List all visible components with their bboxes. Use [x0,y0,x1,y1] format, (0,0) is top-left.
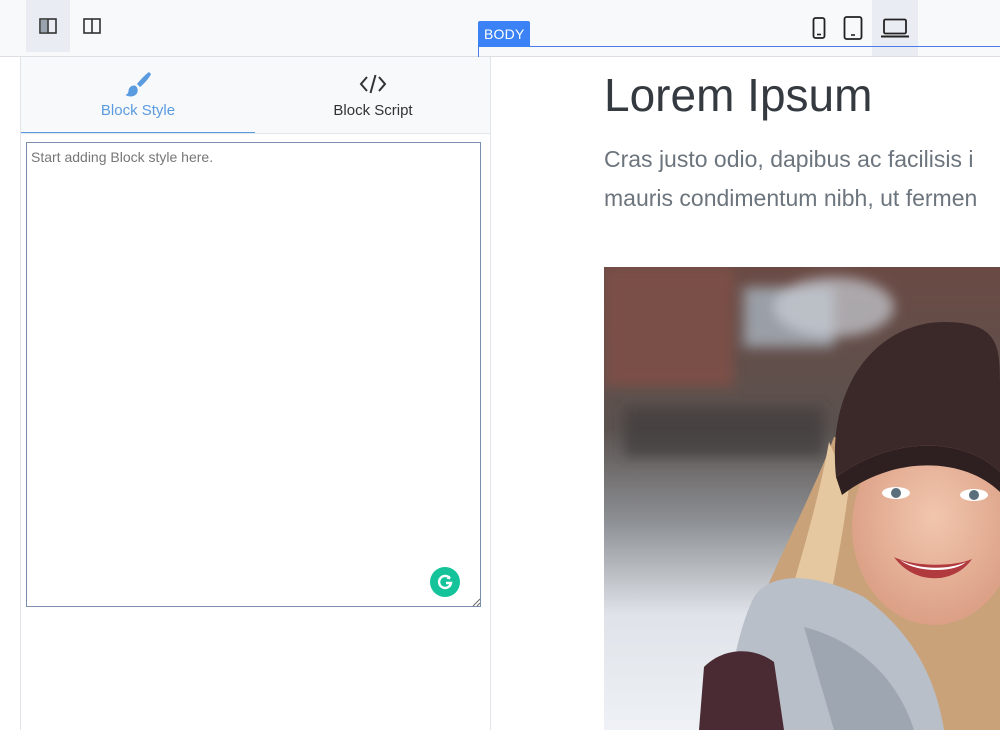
lead-line: mauris condimentum nibh, ut fermen [604,185,978,211]
page-title: Lorem Ipsum [604,69,873,121]
code-icon [359,74,387,94]
left-sidebar-layout-button[interactable] [26,0,70,52]
device-tablet-button[interactable] [830,0,876,56]
lead-line: Cras justo odio, dapibus ac facilisis i [604,146,974,172]
tab-block-script-label: Block Script [333,102,413,119]
paintbrush-icon [125,72,151,97]
selected-element-badge[interactable]: BODY [478,21,531,47]
split-layout-button[interactable] [70,0,114,52]
block-style-editor[interactable] [26,142,481,607]
tablet-icon [843,16,863,40]
tab-block-style[interactable]: Block Style [21,57,255,133]
mobile-icon [812,17,826,39]
resize-handle-icon[interactable] [471,597,481,607]
style-panel: Block Style Block Script [20,57,491,730]
tab-block-script[interactable]: Block Script [256,57,490,133]
grammarly-icon[interactable] [430,567,460,597]
split-layout-icon [83,18,101,34]
sidebar-layout-icon [39,18,57,34]
hero-photo [604,267,1000,730]
lead-paragraph: Cras justo odio, dapibus ac facilisis i … [604,140,1000,218]
panel-tabs: Block Style Block Script [21,57,490,134]
device-laptop-button[interactable] [872,0,918,56]
selection-outline-top [478,46,1000,47]
tab-block-style-label: Block Style [100,102,176,119]
laptop-icon [881,18,909,38]
woman-in-beanie-photo [604,267,1000,730]
